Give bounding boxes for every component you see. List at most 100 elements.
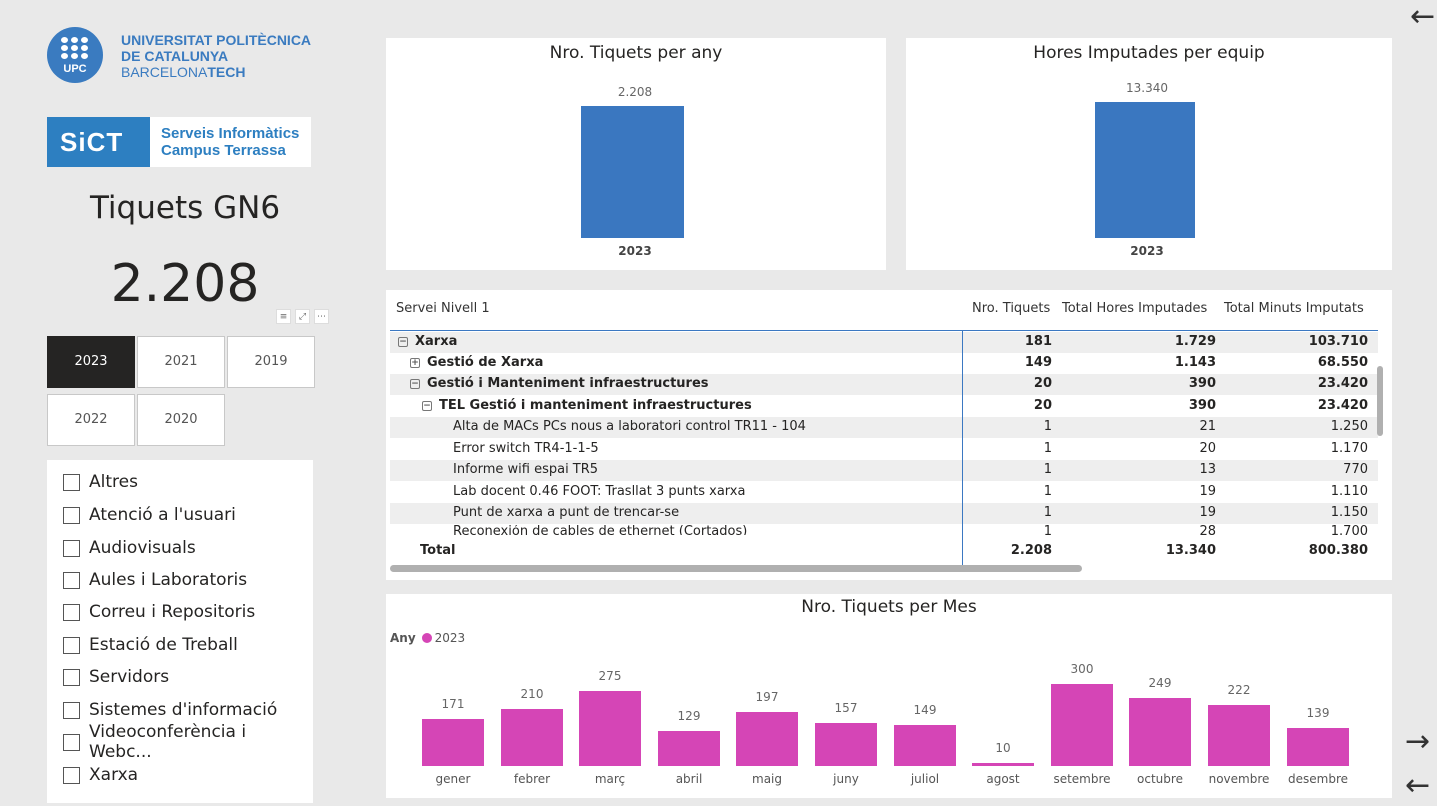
previous-page-arrow-icon[interactable]: ← [1405, 771, 1430, 801]
slicer-item-aules-laboratoris[interactable]: Aules i Laboratoris [63, 570, 247, 590]
checkbox[interactable] [63, 539, 80, 557]
slicer-item-altres[interactable]: Altres [63, 472, 138, 492]
x-axis-tick-label: agost [986, 772, 1020, 786]
table-row[interactable]: Lab docent 0.46 FOOT: Trasllat 3 punts x… [390, 482, 1378, 503]
bar-maig[interactable] [736, 712, 798, 766]
cell-hours: 13 [1199, 462, 1216, 477]
collapse-icon[interactable]: − [410, 379, 420, 389]
cell-hours: 21 [1199, 419, 1216, 434]
column-header-minutes[interactable]: Total Minuts Imputats [1224, 301, 1364, 316]
row-label: Punt de xarxa a punt de trencar-se [453, 505, 680, 520]
slicer-item-atencio-usuari[interactable]: Atenció a l'usuari [63, 505, 236, 525]
checkbox[interactable] [63, 473, 80, 491]
column-header-service[interactable]: Servei Nivell 1 [396, 301, 490, 316]
bar-febrer[interactable] [501, 709, 563, 766]
bar-octubre[interactable] [1129, 698, 1191, 766]
slicer-item-correu-repositoris[interactable]: Correu i Repositoris [63, 602, 255, 622]
slicer-item-sistemes-informacio[interactable]: Sistemes d'informació [63, 700, 277, 720]
year-button-2021[interactable]: 2021 [137, 336, 225, 388]
checkbox[interactable] [63, 603, 80, 621]
year-button-2022[interactable]: 2022 [47, 394, 135, 446]
slicer-item-xarxa[interactable]: Xarxa [63, 765, 138, 785]
bar-agost[interactable] [972, 763, 1034, 766]
cell-minutes: 1.700 [1330, 525, 1368, 535]
upc-name-line3a: BARCELONA [121, 64, 208, 80]
upc-name: UNIVERSITAT POLITÈCNICA DE CATALUNYA BAR… [121, 32, 311, 80]
bar-data-label: 222 [1227, 683, 1251, 697]
x-axis-tick-label: octubre [1137, 772, 1183, 786]
year-button-2020[interactable]: 2020 [137, 394, 225, 446]
total-row: Total 2.208 13.340 800.380 [390, 541, 1378, 562]
slicer-item-servidors[interactable]: Servidors [63, 667, 169, 687]
table-row[interactable]: Reconexión de cables de ethernet (Cortad… [390, 525, 1378, 535]
checkbox[interactable] [63, 668, 80, 686]
bar-juny[interactable] [815, 723, 877, 766]
bar-juliol[interactable] [894, 725, 956, 766]
kpi-title: Tiquets GN6 [89, 190, 281, 226]
row-label: Error switch TR4-1-1-5 [453, 441, 599, 456]
collapse-icon[interactable]: − [422, 401, 432, 411]
slicer-item-label: Servidors [89, 667, 170, 687]
table-row[interactable]: − TEL Gestió i manteniment infraestructur… [390, 396, 1378, 417]
collapse-icon[interactable]: − [398, 337, 408, 347]
service-slicer: Altres Atenció a l'usuari Audiovisuals A… [47, 460, 313, 803]
legend-item[interactable]: 2023 [435, 631, 466, 645]
focus-mode-icon[interactable]: ⤢ [295, 309, 310, 324]
bar-setembre[interactable] [1051, 684, 1113, 766]
slicer-item-label: Correu i Repositoris [89, 602, 256, 622]
slicer-item-audiovisuals[interactable]: Audiovisuals [63, 538, 196, 558]
row-label: Alta de MACs PCs nous a laboratori contr… [453, 419, 806, 434]
bar-desembre[interactable] [1287, 728, 1349, 766]
legend-marker [421, 633, 432, 643]
upc-name-line2: DE CATALUNYA [121, 48, 229, 64]
back-arrow-icon[interactable]: ← [1410, 2, 1435, 32]
cell-hours: 390 [1188, 398, 1216, 413]
bar-data-label: 300 [1070, 662, 1094, 676]
table-row[interactable]: Error switch TR4-1-1-5 1 20 1.170 [390, 439, 1378, 460]
sict-name-line1: Serveis Informàtics [161, 125, 300, 142]
bar-category-label: 2023 [618, 244, 652, 258]
horizontal-scrollbar[interactable] [390, 565, 1082, 572]
bar-data-label: 129 [677, 709, 701, 723]
checkbox[interactable] [63, 636, 80, 654]
bar-abril[interactable] [658, 731, 720, 766]
table-row[interactable]: Alta de MACs PCs nous a laboratori contr… [390, 417, 1378, 438]
cell-hours: 28 [1199, 525, 1216, 535]
table-row[interactable]: + Gestió de Xarxa 149 1.143 68.550 [390, 353, 1378, 374]
x-axis-tick-label: abril [675, 772, 703, 786]
slicer-item-label: Atenció a l'usuari [89, 505, 236, 525]
vertical-scrollbar[interactable] [1377, 366, 1383, 436]
table-row[interactable]: Informe wifi espai TR5 1 13 770 [390, 460, 1378, 481]
next-page-arrow-icon[interactable]: → [1405, 727, 1430, 757]
column-header-tickets[interactable]: Nro. Tiquets [972, 301, 1050, 316]
year-button-2023[interactable]: 2023 [47, 336, 135, 388]
table-row[interactable]: Punt de xarxa a punt de trencar-se 1 19 … [390, 503, 1378, 524]
upc-emblem-text: UPC [63, 63, 87, 75]
table-row[interactable]: − Gestió i Manteniment infraestructures 2… [390, 374, 1378, 395]
bar-novembre[interactable] [1208, 705, 1270, 766]
cell-minutes: 1.110 [1330, 484, 1368, 499]
row-label: TEL Gestió i manteniment infraestructure… [439, 398, 752, 413]
expand-icon[interactable]: + [410, 358, 420, 368]
total-minutes: 800.380 [1308, 543, 1368, 558]
bar-gener[interactable] [422, 719, 484, 766]
checkbox[interactable] [63, 733, 80, 751]
checkbox[interactable] [63, 766, 80, 784]
table-row[interactable]: − Xarxa 181 1.729 103.710 [390, 332, 1378, 353]
cell-minutes: 770 [1343, 462, 1368, 477]
more-options-icon[interactable]: ⋯ [314, 309, 329, 324]
column-header-hours[interactable]: Total Hores Imputades [1062, 301, 1207, 316]
checkbox[interactable] [63, 506, 80, 524]
slicer-item-estacio-treball[interactable]: Estació de Treball [63, 635, 238, 655]
year-button-2019[interactable]: 2019 [227, 336, 315, 388]
bar-2023[interactable] [1095, 102, 1195, 238]
checkbox[interactable] [63, 701, 80, 719]
filter-icon[interactable]: ≡ [276, 309, 291, 324]
checkbox[interactable] [63, 571, 80, 589]
x-axis-tick-label: març [594, 772, 626, 786]
cell-minutes: 68.550 [1317, 355, 1368, 370]
slicer-item-videoconferencia[interactable]: Videoconferència i Webc... [63, 722, 313, 762]
bar-data-label: 249 [1148, 676, 1172, 690]
bar-2023[interactable] [581, 106, 684, 238]
bar-març[interactable] [579, 691, 641, 766]
